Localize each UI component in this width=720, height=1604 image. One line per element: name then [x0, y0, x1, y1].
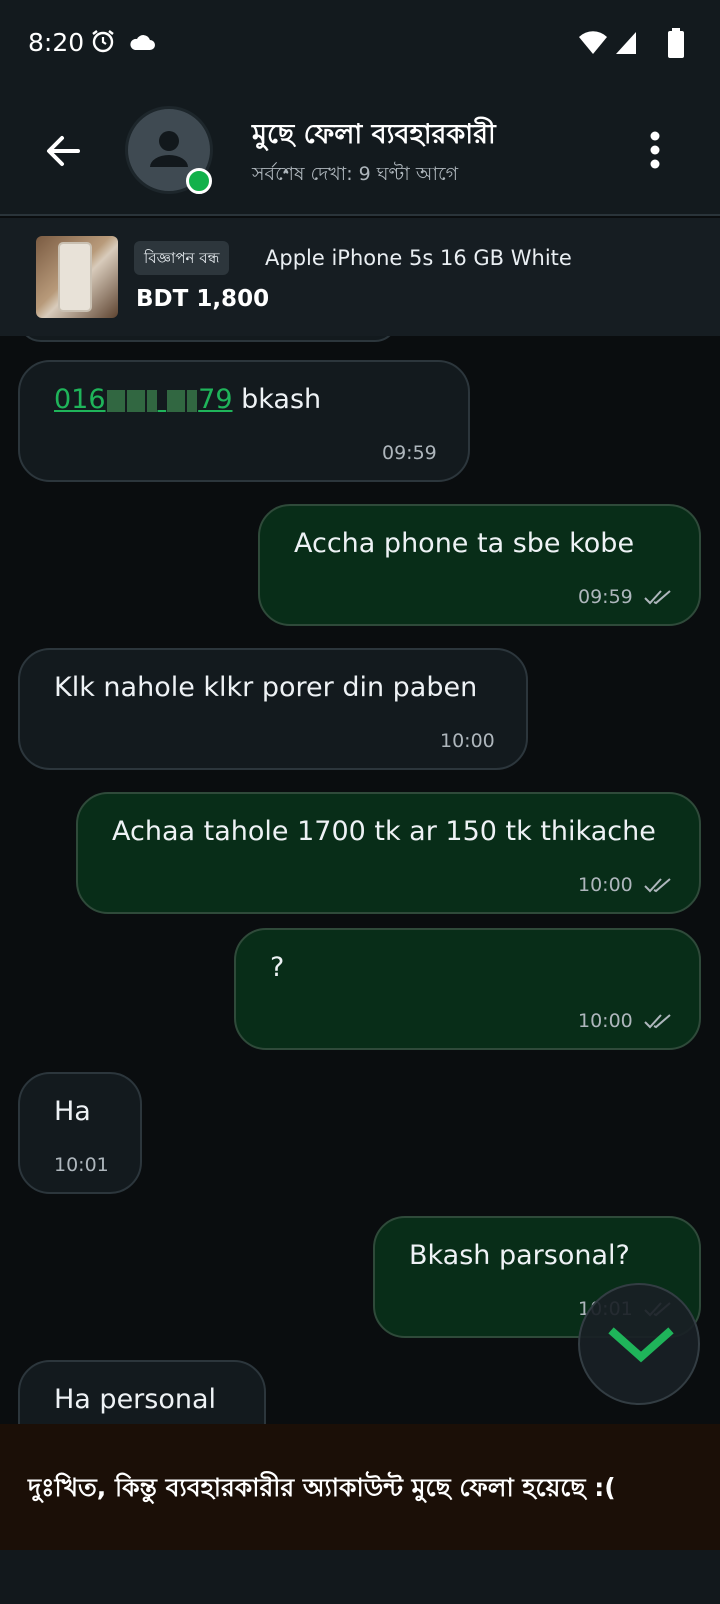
- message-time: 10:00: [578, 1010, 633, 1032]
- message-bubble[interactable]: ? 10:00: [234, 928, 701, 1050]
- contact-name[interactable]: মুছে ফেলা ব্যবহারকারী: [252, 114, 496, 159]
- deleted-account-text: দুঃখিত, কিন্তু ব্যবহারকারীর অ্যাকাউন্ট ম…: [28, 1473, 616, 1502]
- message-list: 016 79 bkash 09:59 Accha phone ta sbe ko…: [0, 336, 720, 1424]
- ad-status-badge: বিজ্ঞাপন বন্ধ: [134, 241, 230, 275]
- message-bubble[interactable]: Ha 10:01: [18, 1072, 142, 1194]
- message-time: 09:59: [382, 442, 437, 464]
- message-time: 09:59: [578, 586, 633, 608]
- wifi-icon: [578, 30, 608, 60]
- more-vert-icon: [650, 131, 660, 169]
- ad-title: Apple iPhone 5s 16 GB White: [265, 246, 572, 270]
- message-text: Achaa tahole 1700 tk ar 150 tk thikache: [112, 816, 656, 847]
- message-bubble[interactable]: Achaa tahole 1700 tk ar 150 tk thikache …: [76, 792, 701, 914]
- message-bubble[interactable]: Ha personal: [18, 1360, 266, 1424]
- signal-icon: [614, 30, 638, 60]
- read-receipt-icon: [644, 878, 671, 893]
- message-bubble[interactable]: Accha phone ta sbe kobe 09:59: [258, 504, 701, 626]
- message-text: Klk nahole klkr porer din paben: [54, 672, 478, 703]
- ad-price: BDT 1,800: [136, 286, 270, 312]
- message-time: 10:00: [440, 730, 495, 752]
- arrow-back-icon: [47, 136, 80, 166]
- alarm-icon: [90, 28, 116, 58]
- chevron-down-icon: [608, 1327, 674, 1363]
- message-time: 10:00: [578, 874, 633, 896]
- status-bar: 8:20: [0, 0, 720, 88]
- message-text: ?: [270, 952, 285, 983]
- message-text: Bkash parsonal?: [409, 1240, 630, 1271]
- more-options-button[interactable]: [640, 126, 670, 176]
- scroll-to-bottom-button[interactable]: [578, 1283, 700, 1405]
- online-status-indicator: [186, 168, 212, 194]
- system-navigation-bar: [0, 1550, 720, 1604]
- deleted-account-notice: দুঃখিত, কিন্তু ব্যবহারকারীর অ্যাকাউন্ট ম…: [0, 1424, 720, 1550]
- message-bubble[interactable]: Klk nahole klkr porer din paben 10:00: [18, 648, 528, 770]
- phone-number-link[interactable]: 016 79: [54, 384, 233, 415]
- battery-icon: [668, 28, 684, 62]
- message-bubble: [18, 336, 398, 342]
- message-text: Ha personal: [54, 1384, 217, 1415]
- last-seen-status: সর্বশেষ দেখা: 9 ঘণ্টা আগে: [252, 163, 459, 185]
- message-time: 10:01: [54, 1154, 109, 1176]
- chat-header: মুছে ফেলা ব্যবহারকারী সর্বশেষ দেখা: 9 ঘণ…: [0, 88, 720, 216]
- read-receipt-icon: [644, 590, 671, 605]
- cloud-icon: [128, 32, 156, 56]
- message-bubble[interactable]: 016 79 bkash 09:59: [18, 360, 470, 482]
- ad-thumbnail: [36, 236, 118, 318]
- message-text: Ha: [54, 1096, 91, 1127]
- message-text: 016 79 bkash: [54, 384, 322, 415]
- read-receipt-icon: [644, 1014, 671, 1029]
- message-text: Accha phone ta sbe kobe: [294, 528, 635, 559]
- status-time: 8:20: [28, 28, 85, 57]
- back-button[interactable]: [38, 126, 88, 176]
- ad-listing-banner[interactable]: বিজ্ঞাপন বন্ধ Apple iPhone 5s 16 GB Whit…: [0, 218, 720, 336]
